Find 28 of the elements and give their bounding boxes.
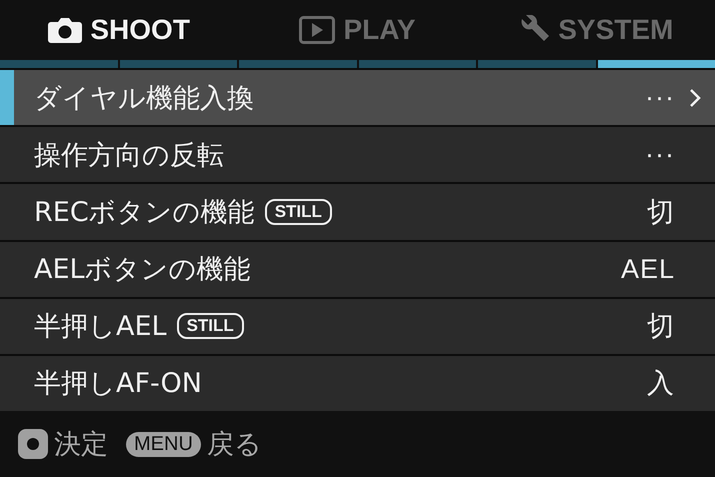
selection-marker [0,70,14,126]
setting-value: 入 [647,367,675,400]
setting-value: ··· [645,139,675,170]
play-icon [299,16,336,44]
menu-row[interactable]: AELボタンの機能 AEL [0,242,715,297]
menu-tab[interactable]: SHOOT [0,14,238,46]
menu-key: MENU [126,432,201,456]
setting-label: RECボタンの機能 [34,196,255,230]
camera-icon [48,16,82,44]
setting-label: ダイヤル機能入換 [34,82,254,116]
setting-label: AELボタンの機能 [34,253,251,288]
mode-tag: STILL [264,198,332,225]
hint-label: 決定 [54,428,108,462]
setting-value: ··· [645,82,675,114]
mode-tag: STILL [176,313,244,340]
setting-label: 半押しAF-ON [34,367,202,402]
menu-row[interactable]: RECボタンの機能 STILL 切 [0,184,715,240]
ok-button-icon [18,429,48,459]
setting-value: 切 [647,196,675,229]
menu-row[interactable]: ダイヤル機能入換 ··· [0,70,715,126]
menu-row[interactable]: 半押しAEL STILL 切 [0,298,715,354]
setting-label: 操作方向の反転 [34,138,224,173]
hint-label: 戻る [206,428,262,462]
setting-label: 半押しAEL [34,310,167,344]
menu-row[interactable]: 操作方向の反転 ··· [0,127,715,182]
setting-value: AEL [620,254,675,285]
menu-row[interactable]: 半押しAF-ON 入 [0,356,715,412]
setting-value: 切 [647,310,675,344]
